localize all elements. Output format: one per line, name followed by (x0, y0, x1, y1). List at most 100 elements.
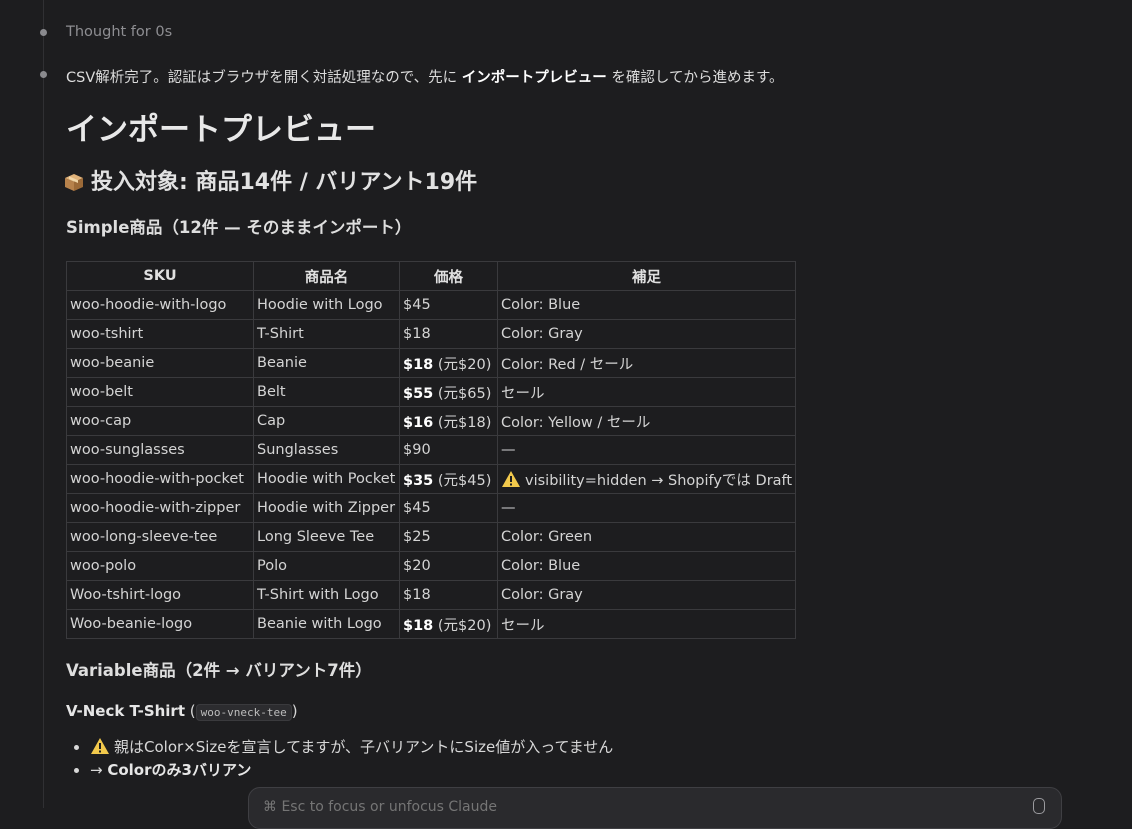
table-row: woo-belt Belt $55 (元$65) セール (66, 377, 797, 407)
cell-note: セール (496, 609, 797, 639)
table-header-row: SKU 商品名 価格 補足 (66, 261, 797, 291)
vneck-notes: 親はColor×Sizeを宣言してますが、子バリアントにSize値が入ってません… (66, 736, 826, 782)
cell-name: Cap (253, 406, 400, 436)
vneck-title: V-Neck T-Shirt (66, 702, 186, 720)
cell-note: Color: Yellow / セール (496, 406, 797, 436)
cell-sku: woo-sunglasses (66, 435, 254, 465)
simple-heading: Simple商品（12件 — そのままインポート） (66, 218, 412, 237)
table-row: woo-cap Cap $16 (元$18) Color: Yellow / セール (66, 406, 797, 436)
cell-name: Polo (253, 551, 400, 581)
cell-sku: woo-cap (66, 406, 254, 436)
warning-icon (91, 738, 109, 754)
cell-name: Beanie with Logo (253, 609, 400, 639)
cell-sku: woo-hoodie-with-pocket (66, 464, 254, 494)
cell-note: Color: Blue (496, 551, 797, 581)
cell-note: — (496, 435, 797, 465)
cell-note: visibility=hidden → Shopifyでは Draft (496, 464, 797, 494)
target-text: 投入対象: 商品14件 / バリアント19件 (91, 170, 478, 195)
table-row: Woo-beanie-logo Beanie with Logo $18 (元$20… (66, 609, 797, 639)
cell-name: Hoodie with Zipper (253, 493, 400, 523)
price-value: $16 (403, 414, 434, 431)
cell-price: $18 (399, 580, 498, 610)
price-value: $45 (403, 500, 431, 516)
preview-content: インポートプレビュー 投入対象: 商品14件 / バリアント19件 Simple… (63, 110, 826, 782)
cell-name: Long Sleeve Tee (253, 522, 400, 552)
cell-sku: woo-polo (66, 551, 254, 581)
cell-note: セール (496, 377, 797, 407)
cell-note: Color: Red / セール (496, 348, 797, 378)
price-value: $25 (403, 529, 431, 545)
price-value: $35 (403, 472, 434, 489)
vneck-sku-code: woo-vneck-tee (195, 704, 292, 721)
list-item: → Colorのみ3バリアン (90, 759, 826, 782)
cell-sku: woo-hoodie-with-zipper (66, 493, 254, 523)
cell-sku: Woo-beanie-logo (66, 609, 254, 639)
target-heading: 投入対象: 商品14件 / バリアント19件 (63, 168, 826, 198)
original-price: (元$45) (433, 472, 492, 489)
cell-note: Color: Green (496, 522, 797, 552)
cell-name: Beanie (253, 348, 400, 378)
bullet-text: 親はColor×Sizeを宣言してますが、子バリアントにSize値が入ってません (114, 738, 614, 756)
price-value: $18 (403, 617, 434, 634)
chat-input[interactable] (261, 798, 1005, 816)
cell-price: $20 (399, 551, 498, 581)
original-price: (元$65) (433, 385, 492, 402)
table-row: woo-tshirt T-Shirt $18 Color: Gray (66, 319, 797, 349)
cell-price: $90 (399, 435, 498, 465)
thought-label[interactable]: Thought for 0s (66, 24, 172, 40)
cell-note: Color: Gray (496, 319, 797, 349)
table-row: woo-beanie Beanie $18 (元$20) Color: Red / セ… (66, 348, 797, 378)
table-row: woo-sunglasses Sunglasses $90 — (66, 435, 797, 465)
cell-name: Hoodie with Logo (253, 290, 400, 320)
table-row: woo-hoodie-with-logo Hoodie with Logo $45 C… (66, 290, 797, 320)
original-price: (元$20) (433, 356, 492, 373)
cell-price: $25 (399, 522, 498, 552)
cell-sku: woo-long-sleeve-tee (66, 522, 254, 552)
timeline-line (43, 0, 44, 808)
cell-price: $55 (元$65) (399, 377, 498, 407)
original-price: (元$20) (433, 617, 492, 634)
table-body: woo-hoodie-with-logo Hoodie with Logo $45 C… (66, 290, 797, 639)
price-value: $55 (403, 385, 434, 402)
status-message: CSV解析完了。認証はブラウザを開く対話処理なので、先に インポートプレビュー … (66, 66, 784, 87)
cell-name: Hoodie with Pocket (253, 464, 400, 494)
cell-price: $45 (399, 493, 498, 523)
table-row: Woo-tshirt-logo T-Shirt with Logo $18 Color… (66, 580, 797, 610)
status-emphasis: インポートプレビュー (461, 70, 607, 86)
cell-price: $18 (399, 319, 498, 349)
cell-name: T-Shirt with Logo (253, 580, 400, 610)
table-row: woo-long-sleeve-tee Long Sleeve Tee $25 Col… (66, 522, 797, 552)
cell-name: Sunglasses (253, 435, 400, 465)
table-row: woo-polo Polo $20 Color: Blue (66, 551, 797, 581)
price-value: $18 (403, 356, 434, 373)
original-price: (元$18) (433, 414, 492, 431)
microphone-icon[interactable] (1033, 798, 1045, 814)
vneck-paren: ) (291, 702, 298, 720)
status-text: を確認してから進めます。 (606, 70, 784, 86)
bullet-emphasis: Colorのみ3バリアン (107, 761, 252, 779)
vneck-paren: ( (185, 702, 196, 720)
table-row: woo-hoodie-with-zipper Hoodie with Zipper… (66, 493, 797, 523)
cell-note: Color: Blue (496, 290, 797, 320)
price-value: $18 (403, 326, 431, 342)
cell-note: Color: Gray (496, 580, 797, 610)
cell-price: $45 (399, 290, 498, 320)
column-header-price: 価格 (399, 261, 498, 291)
price-value: $20 (403, 558, 431, 574)
cell-price: $18 (元$20) (399, 348, 498, 378)
bullet-prefix: → (90, 761, 108, 779)
column-header-note: 補足 (496, 261, 797, 291)
cell-sku: woo-hoodie-with-logo (66, 290, 254, 320)
table-row: woo-hoodie-with-pocket Hoodie with Pocket… (66, 464, 797, 494)
list-item: 親はColor×Sizeを宣言してますが、子バリアントにSize値が入ってません (90, 736, 826, 759)
cell-price: $35 (元$45) (399, 464, 498, 494)
status-text: CSV解析完了。認証はブラウザを開く対話処理なので、先に (66, 70, 462, 86)
cell-name: Belt (253, 377, 400, 407)
cell-note: — (496, 493, 797, 523)
chat-input-bar[interactable] (248, 787, 1062, 829)
timeline-dot (40, 29, 47, 36)
cell-sku: Woo-tshirt-logo (66, 580, 254, 610)
preview-title: インポートプレビュー (66, 112, 376, 148)
timeline-dot (40, 71, 47, 78)
warning-icon (502, 470, 520, 487)
